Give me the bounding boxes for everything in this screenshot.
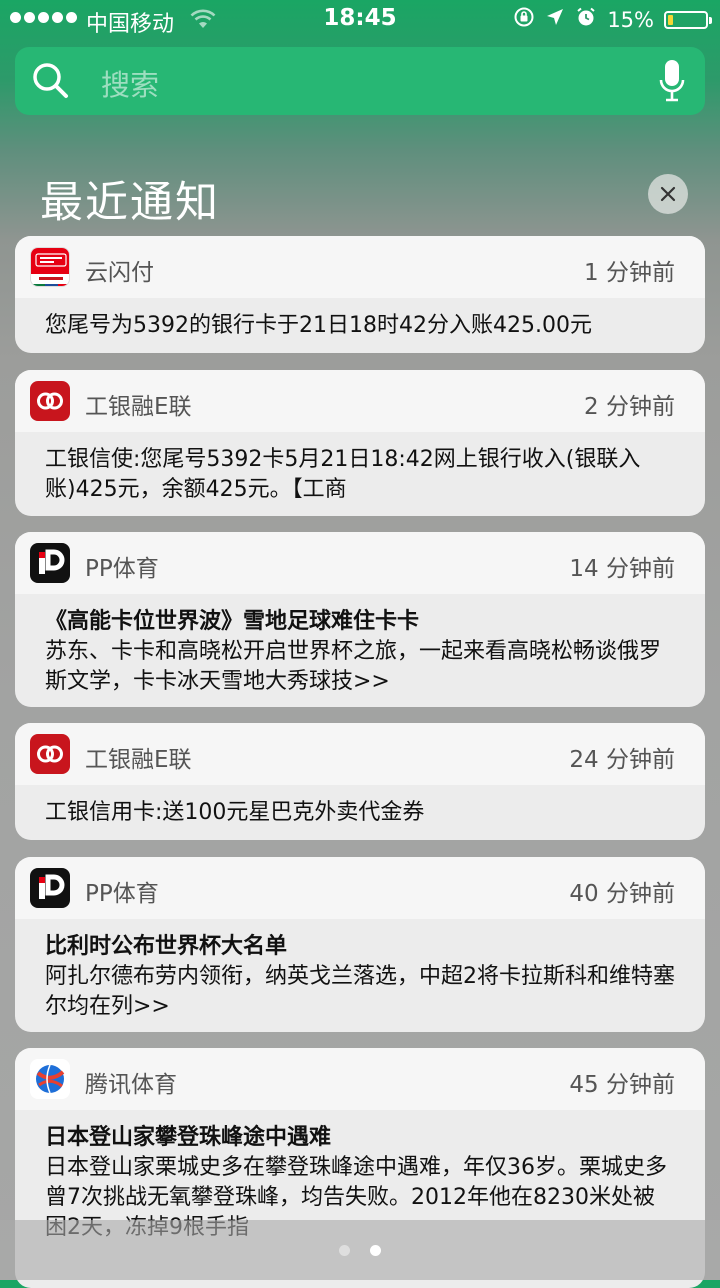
notification-time: 45 分钟前 [569,1072,675,1098]
battery-icon [664,10,712,29]
icbc-app-icon [30,734,70,774]
notification-card[interactable]: 工银融E联 24 分钟前 工银信用卡:送100元星巴克外卖代金券 [15,723,705,840]
notification-app-name: 云闪付 [85,260,154,286]
notification-header: 工银融E联 2 分钟前 [15,370,705,432]
notification-card[interactable]: 云闪付 1 分钟前 您尾号为5392的银行卡于21日18时42分入账425.00… [15,236,705,353]
page-dot[interactable] [339,1245,350,1256]
notification-time: 24 分钟前 [569,747,675,773]
notification-time: 14 分钟前 [569,556,675,582]
pp-sports-app-icon [30,868,70,908]
notification-header: 云闪付 1 分钟前 [15,236,705,298]
icbc-app-icon [30,381,70,421]
unionpay-app-icon [30,247,70,287]
rotation-lock-icon [513,6,535,33]
notification-app-name: 工银融E联 [85,394,192,420]
alarm-icon [575,6,597,33]
tencent-sports-app-icon [30,1059,70,1099]
notification-app-name: 工银融E联 [85,747,192,773]
notification-body: 苏东、卡卡和高晓松开启世界杯之旅，一起来看高晓松畅谈俄罗斯文学，卡卡冰天雪地大秀… [45,639,662,694]
notification-body: 工银信用卡:送100元星巴克外卖代金券 [45,800,425,825]
search-input[interactable]: 搜索 [101,62,159,104]
notification-body: 工银信使:您尾号5392卡5月21日18:42网上银行收入(银联入账)425元，… [45,447,641,502]
page-indicator[interactable] [0,1220,720,1280]
notification-card[interactable]: PP体育 40 分钟前 比利时公布世界杯大名单 阿扎尔德布劳内领衔，纳英戈兰落选… [15,857,705,1032]
search-icon [31,61,71,105]
notification-title: 《高能卡位世界波》雪地足球难住卡卡 [45,609,420,634]
notification-header: PP体育 14 分钟前 [15,532,705,594]
notification-app-name: PP体育 [85,556,159,582]
notification-app-name: 腾讯体育 [85,1072,177,1098]
notification-header: 工银融E联 24 分钟前 [15,723,705,785]
close-icon [660,186,676,202]
notification-card[interactable]: PP体育 14 分钟前 《高能卡位世界波》雪地足球难住卡卡 苏东、卡卡和高晓松开… [15,532,705,707]
status-bar: 中国移动 18:45 15% [0,0,720,40]
notification-body: 您尾号为5392的银行卡于21日18时42分入账425.00元 [45,313,592,338]
battery-percent: 15% [607,7,654,32]
notification-body: 阿扎尔德布劳内领衔，纳英戈兰落选，中超2将卡拉斯科和维特塞尔均在列>> [45,964,675,1019]
search-bar[interactable]: 搜索 [15,47,705,115]
notification-title: 日本登山家攀登珠峰途中遇难 [45,1125,332,1150]
clear-notifications-button[interactable] [648,174,688,214]
notification-time: 2 分钟前 [584,394,675,420]
microphone-icon[interactable] [659,59,685,107]
location-arrow-icon [545,7,565,32]
notification-title: 比利时公布世界杯大名单 [45,934,288,959]
pp-sports-app-icon [30,543,70,583]
notification-header: PP体育 40 分钟前 [15,857,705,919]
notification-app-name: PP体育 [85,881,159,907]
page-dot-active[interactable] [370,1245,381,1256]
notification-time: 40 分钟前 [569,881,675,907]
section-title: 最近通知 [40,178,220,228]
notification-header: 腾讯体育 45 分钟前 [15,1048,705,1110]
notification-time: 1 分钟前 [584,260,675,286]
notification-card[interactable]: 工银融E联 2 分钟前 工银信使:您尾号5392卡5月21日18:42网上银行收… [15,370,705,516]
